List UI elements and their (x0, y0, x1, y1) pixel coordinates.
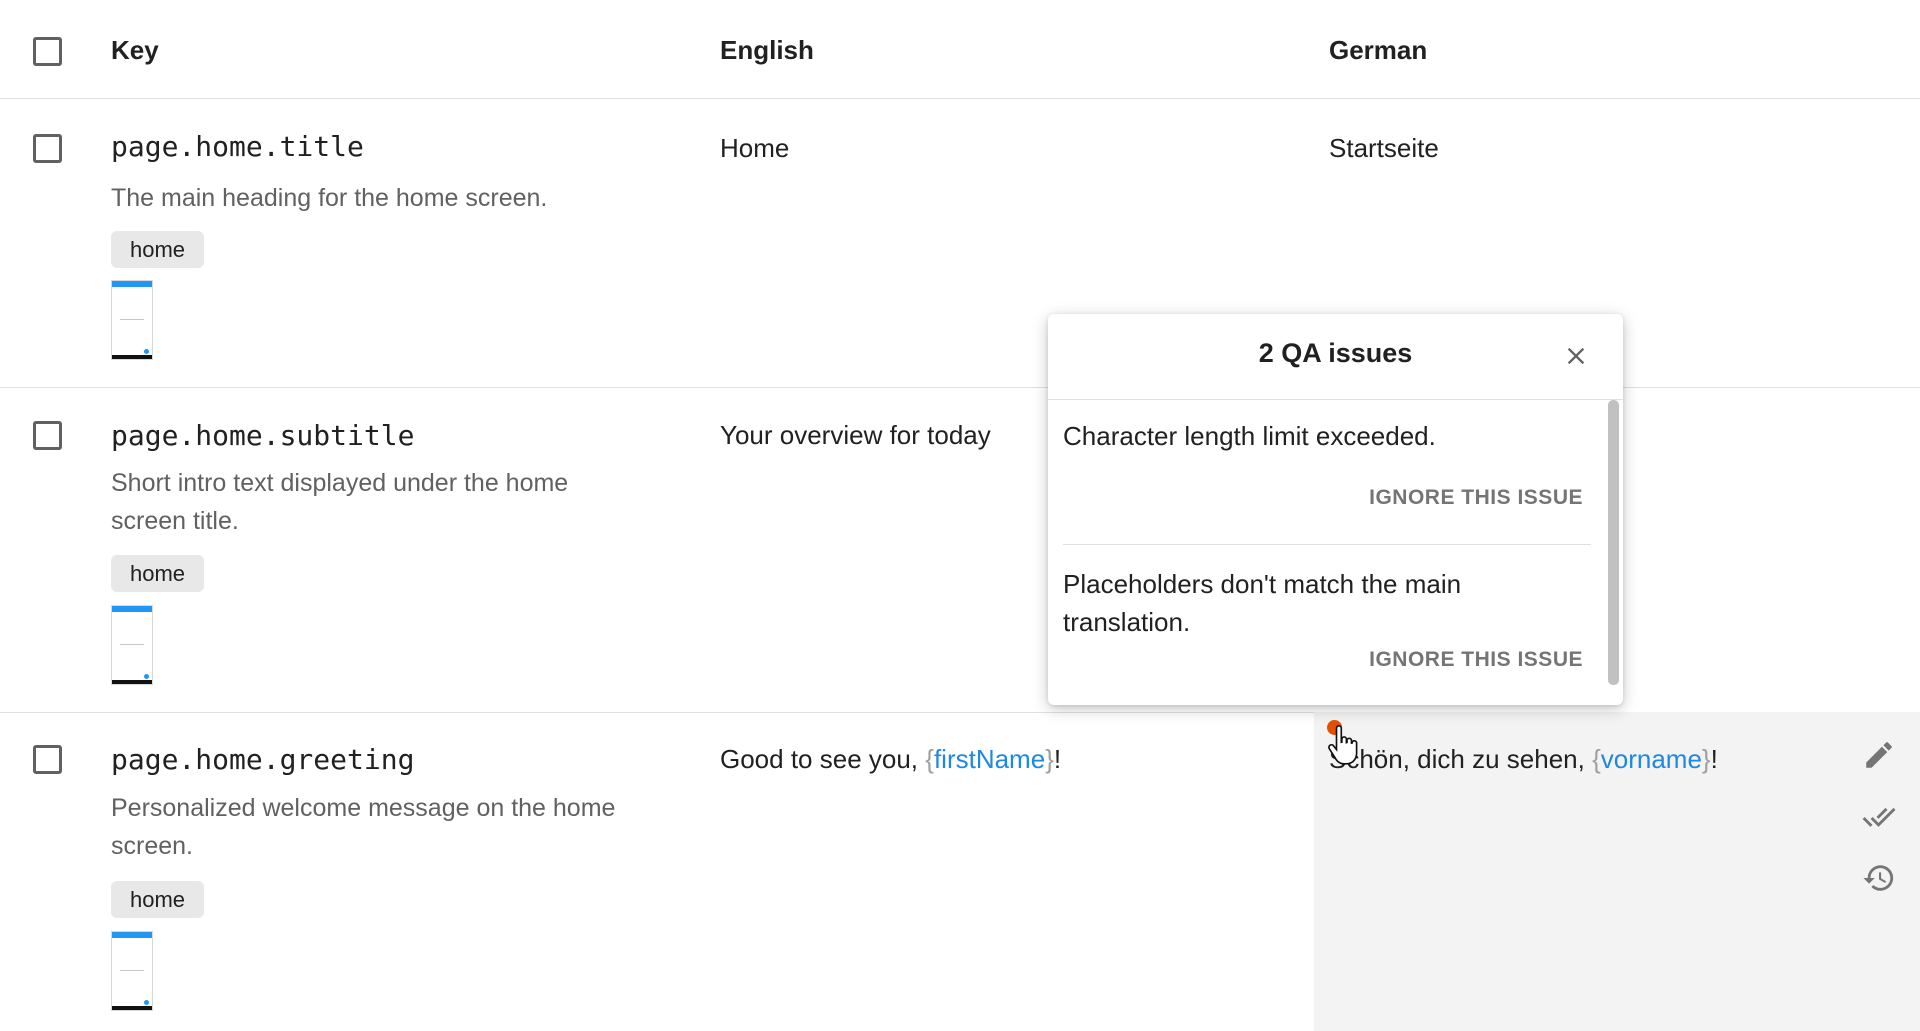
key-name[interactable]: page.home.subtitle (111, 419, 414, 452)
placeholder-brace-close: } (1701, 744, 1711, 774)
english-text: Good to see you, (720, 744, 926, 774)
qa-popup-title: 2 QA issues (1258, 338, 1413, 368)
english-translation[interactable]: Good to see you, {firstName}! (720, 744, 1061, 775)
german-text-suffix: ! (1710, 744, 1718, 774)
done-all-icon[interactable] (1862, 800, 1896, 834)
screenshot-thumbnail[interactable] (112, 606, 152, 684)
table-row: page.home.title The main heading for the… (0, 99, 1920, 388)
german-translation[interactable]: Startseite (1329, 133, 1439, 164)
ignore-issue-button[interactable]: IGNORE THIS ISSUE (1369, 486, 1583, 510)
qa-issue-message: Placeholders don't match the main transl… (1063, 569, 1462, 637)
english-translation[interactable]: Home (720, 133, 789, 164)
row-checkbox[interactable] (33, 134, 62, 163)
column-header-key[interactable]: Key (111, 35, 159, 66)
tag-chip[interactable]: home (111, 231, 205, 268)
german-text: Schön, dich zu sehen, (1329, 744, 1593, 774)
table-row: page.home.greeting Personalized welcome … (0, 713, 1920, 1031)
key-name[interactable]: page.home.greeting (111, 743, 414, 776)
placeholder-brace-open: { (925, 744, 934, 774)
column-header-english[interactable]: English (720, 35, 814, 66)
pointer-cursor-icon (1328, 725, 1358, 765)
key-description: Short intro text displayed under the hom… (111, 469, 569, 535)
qa-issues-popup: 2 QA issues Character length limit excee… (1048, 314, 1623, 705)
column-header-german[interactable]: German (1329, 35, 1427, 66)
placeholder-brace-close: } (1045, 744, 1054, 774)
table-row: page.home.subtitle Short intro text disp… (0, 388, 1920, 713)
popup-scrollbar[interactable] (1608, 400, 1619, 685)
issue-divider (1063, 544, 1591, 545)
ignore-issue-button[interactable]: IGNORE THIS ISSUE (1369, 648, 1583, 672)
key-name[interactable]: page.home.title (111, 130, 364, 163)
tag-chip[interactable]: home (111, 555, 205, 592)
popup-divider (1048, 399, 1623, 400)
row-checkbox[interactable] (33, 421, 62, 450)
tag-chip[interactable]: home (111, 881, 205, 918)
table-header: Key English German (0, 0, 1920, 99)
placeholder-token: vorname (1600, 744, 1702, 774)
close-icon[interactable] (1562, 342, 1590, 370)
english-translation[interactable]: Your overview for today (720, 420, 991, 451)
german-translation[interactable]: Schön, dich zu sehen, {vorname}! (1329, 744, 1718, 775)
select-all-checkbox[interactable] (33, 37, 62, 66)
edit-icon[interactable] (1862, 738, 1896, 772)
history-icon[interactable] (1862, 861, 1896, 895)
placeholder-brace-open: { (1592, 744, 1601, 774)
english-text-suffix: ! (1053, 744, 1062, 774)
qa-issue-message: Character length limit exceeded. (1063, 421, 1436, 451)
key-description: Personalized welcome message on the home… (111, 794, 616, 860)
screenshot-thumbnail[interactable] (112, 281, 152, 359)
screenshot-thumbnail[interactable] (112, 932, 152, 1010)
placeholder-token: firstName (933, 744, 1046, 774)
key-description: The main heading for the home screen. (111, 184, 548, 212)
row-checkbox[interactable] (33, 745, 62, 774)
